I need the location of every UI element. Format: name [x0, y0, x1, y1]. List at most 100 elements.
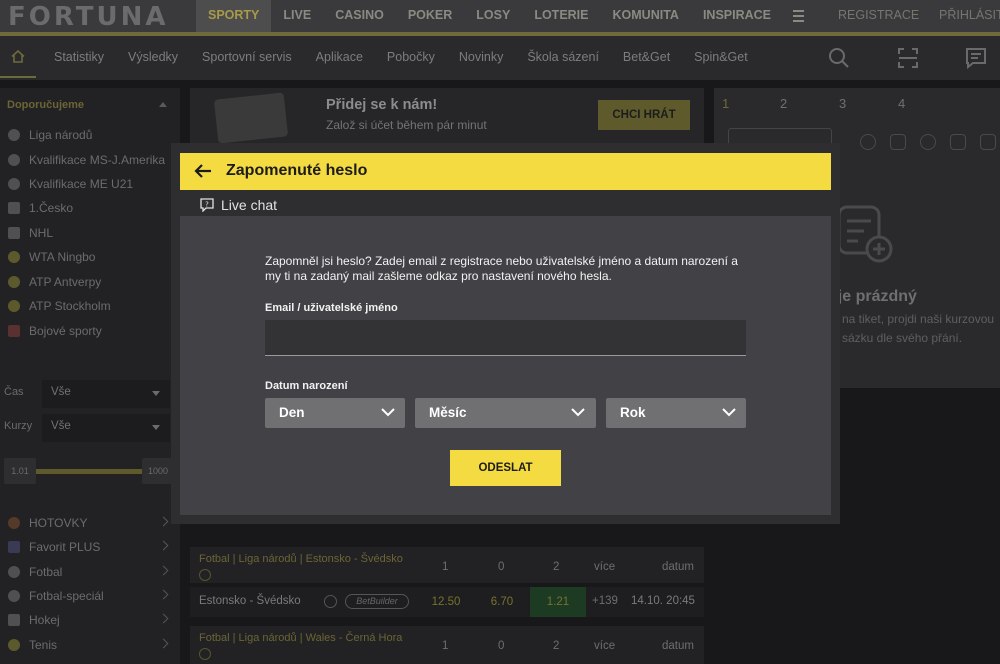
odds-filter-label: Kurzy [4, 420, 33, 432]
sport-item-hotovky[interactable]: HOTOVKY [8, 513, 169, 533]
football-icon [8, 129, 20, 141]
nav-casino[interactable]: CASINO [323, 0, 396, 32]
live-chat-link[interactable]: ? Live chat [200, 195, 277, 215]
banner-cta-button[interactable]: CHCI HRÁT [598, 100, 690, 130]
ticket-tab-3[interactable]: 3 [839, 96, 846, 111]
sidebar-heading[interactable]: Doporučujeme [7, 99, 84, 111]
sidebar-item-atp-stockholm[interactable]: ATP Stockholm [8, 296, 111, 316]
odd-away[interactable]: 1.21 [530, 587, 586, 617]
year-select-value: Rok [620, 405, 646, 420]
month-select[interactable]: Měsíc [415, 398, 596, 428]
sport-item-label: HOTOVKY [29, 516, 88, 530]
odds-filter-select[interactable]: Vše [42, 414, 170, 442]
sport-item-hokej[interactable]: Hokej [8, 610, 169, 630]
nav-losy[interactable]: LOSY [464, 0, 522, 32]
nav-komunita[interactable]: KOMUNITA [601, 0, 691, 32]
stats-icon[interactable] [324, 595, 337, 608]
save-icon[interactable] [950, 134, 966, 150]
info-icon[interactable] [199, 569, 211, 581]
table-row[interactable]: Estonsko - Švédsko BetBuilder 12.50 6.70… [190, 587, 704, 617]
subnav-pobocky[interactable]: Pobočky [375, 36, 447, 80]
subnav-novinky[interactable]: Novinky [447, 36, 515, 80]
col-header-date: datum [662, 561, 694, 573]
time-filter: Čas Vše [0, 380, 178, 408]
home-button[interactable] [0, 36, 36, 78]
email-field[interactable] [265, 320, 746, 356]
dob-label: Datum narození [265, 380, 348, 392]
search-icon[interactable] [827, 46, 851, 70]
day-select[interactable]: Den [265, 398, 405, 428]
registration-banner: Přidej se k nám! Založ si účet během pár… [190, 88, 704, 150]
subnav-spin-get[interactable]: Spin&Get [682, 36, 760, 80]
hockey-icon [8, 227, 20, 239]
chevron-down-icon [381, 408, 395, 417]
ticket-tab-2[interactable]: 2 [780, 96, 787, 111]
sport-item-fotbal[interactable]: Fotbal [8, 562, 169, 582]
odds-range-min-handle[interactable]: 1.01 [4, 458, 36, 484]
boxing-glove-icon [8, 325, 20, 337]
football-icon [8, 178, 20, 190]
tennis-ball-icon [8, 300, 20, 312]
messages-icon[interactable] [964, 46, 988, 70]
sidebar-item-nhl[interactable]: NHL [8, 223, 53, 243]
sport-item-fotbal-special[interactable]: Fotbal-speciál [8, 586, 169, 606]
tennis-ball-icon [8, 639, 20, 651]
dropdown-arrow-icon [152, 391, 160, 396]
subnav-statistiky[interactable]: Statistiky [42, 36, 116, 80]
year-select[interactable]: Rok [606, 398, 746, 428]
sidebar-item-kvalifikace-ms[interactable]: Kvalifikace MS-J.Amerika [8, 150, 165, 170]
subnav-vysledky[interactable]: Výsledky [116, 36, 190, 80]
subnav-aplikace[interactable]: Aplikace [304, 36, 375, 80]
football-icon [8, 590, 20, 602]
delete-icon[interactable] [980, 134, 996, 150]
match-group-header: Fotbal | Liga národů | Estonsko - Švédsk… [190, 547, 704, 583]
match-league-title[interactable]: Fotbal | Liga národů | Wales - Černá Hor… [199, 632, 402, 644]
match-name[interactable]: Estonsko - Švédsko [199, 595, 301, 607]
more-markets-link[interactable]: +139 [592, 595, 618, 607]
sidebar-item-wta-ningbo[interactable]: WTA Ningbo [8, 247, 95, 267]
sidebar-item-label: ATP Stockholm [29, 299, 111, 313]
dialog-description: Zapomněl jsi heslo? Zadej email z regist… [265, 254, 738, 283]
info-icon[interactable] [199, 648, 211, 660]
time-filter-select[interactable]: Vše [42, 380, 170, 408]
odds-range-max-handle[interactable]: 1000 [142, 458, 174, 484]
chevron-right-icon [158, 589, 169, 600]
sidebar-item-liga-narodu[interactable]: Liga národů [8, 125, 92, 145]
collapse-caret-icon[interactable] [159, 102, 167, 107]
hamburger-menu-icon[interactable] [783, 0, 813, 32]
nav-poker[interactable]: POKER [396, 0, 464, 32]
chevron-down-icon [722, 408, 736, 417]
odd-home[interactable]: 12.50 [418, 587, 474, 617]
help-icon[interactable] [860, 134, 876, 150]
match-league-title[interactable]: Fotbal | Liga národů | Estonsko - Švédsk… [199, 553, 403, 565]
svg-text:?: ? [205, 201, 209, 209]
ticket-tab-1[interactable]: 1 [722, 96, 729, 111]
betbuilder-badge[interactable]: BetBuilder [345, 594, 409, 609]
nav-live[interactable]: LIVE [271, 0, 323, 32]
main-nav: SPORTY LIVE CASINO POKER LOSY LOTERIE KO… [196, 0, 813, 36]
sport-item-tenis[interactable]: Tenis [8, 635, 169, 655]
fortuna-logo[interactable]: FORTUNA [8, 2, 168, 32]
sidebar-item-bojove-sporty[interactable]: Bojové sporty [8, 321, 102, 341]
nav-sporty[interactable]: SPORTY [196, 0, 272, 32]
sidebar-item-kvalifikace-me[interactable]: Kvalifikace ME U21 [8, 174, 133, 194]
ticket-tab-4[interactable]: 4 [898, 96, 905, 111]
arrow-left-icon[interactable] [194, 163, 212, 179]
subnav-sportovni-servis[interactable]: Sportovní servis [190, 36, 304, 80]
settings-icon[interactable] [920, 134, 936, 150]
scan-icon[interactable] [896, 46, 920, 70]
sport-item-favorit-plus[interactable]: Favorit PLUS [8, 537, 169, 557]
sidebar-item-1-cesko[interactable]: 1.Česko [8, 198, 73, 218]
nav-loterie[interactable]: LOTERIE [522, 0, 600, 32]
subnav-bet-get[interactable]: Bet&Get [611, 36, 682, 80]
login-link[interactable]: PŘIHLÁSIT [939, 8, 1000, 22]
sidebar-item-atp-antverpy[interactable]: ATP Antverpy [8, 272, 101, 292]
odds-range-slider-track[interactable] [34, 469, 142, 474]
odd-draw[interactable]: 6.70 [474, 587, 530, 617]
sidebar-item-label: WTA Ningbo [29, 250, 96, 264]
submit-button[interactable]: ODESLAT [450, 450, 561, 486]
subnav-skola-sazeni[interactable]: Škola sázení [515, 36, 611, 80]
nav-inspirace[interactable]: INSPIRACE [691, 0, 783, 32]
register-link[interactable]: REGISTRACE [838, 8, 919, 22]
clipboard-icon[interactable] [890, 134, 906, 150]
